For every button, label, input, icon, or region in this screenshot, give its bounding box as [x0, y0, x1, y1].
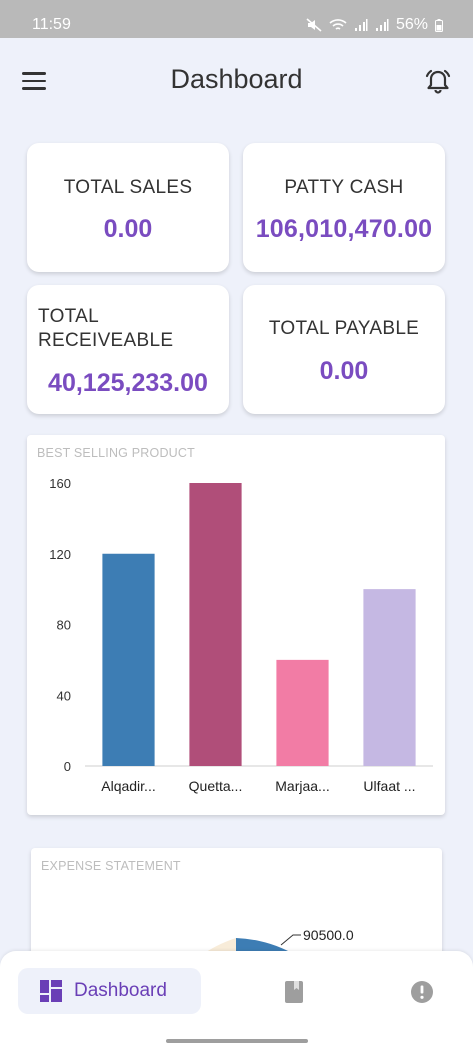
status-time: 11:59: [32, 16, 71, 33]
total-receivable-card[interactable]: TOTAL RECEIVEABLE 40,125,233.00: [27, 285, 229, 414]
x-tick-label: Marjaa...: [275, 778, 329, 794]
total-sales-value: 0.00: [103, 215, 153, 243]
patty-cash-card[interactable]: PATTY CASH 106,010,470.00: [243, 143, 445, 272]
y-tick-label: 0: [64, 759, 71, 774]
total-payable-card[interactable]: TOTAL PAYABLE 0.00: [243, 285, 445, 414]
battery-icon: [435, 18, 443, 32]
nav-dashboard-label: Dashboard: [74, 980, 167, 1001]
best-selling-chart-card: BEST SELLING PRODUCT 0 40 80 120 160 Alqadir.…: [27, 435, 445, 815]
total-receivable-value: 40,125,233.00: [48, 369, 208, 397]
signal-icon-2: [375, 18, 389, 31]
wifi-icon: [329, 19, 347, 30]
status-bar: 11:59 56%: [0, 0, 473, 38]
pie-slice-label: 90500.0: [303, 927, 354, 943]
y-tick-label: 40: [57, 688, 71, 703]
nav-dashboard[interactable]: Dashboard: [18, 968, 201, 1014]
mute-icon: [306, 18, 322, 32]
patty-cash-value: 106,010,470.00: [255, 215, 433, 243]
total-payable-label: TOTAL PAYABLE: [268, 318, 420, 339]
bottom-nav: Dashboard: [0, 951, 473, 1050]
x-tick-label: Quetta...: [189, 778, 243, 794]
y-tick-label: 80: [57, 618, 71, 633]
y-tick-label: 120: [49, 547, 71, 562]
app-bar: Dashboard: [0, 38, 473, 124]
bar-2[interactable]: [189, 483, 242, 766]
status-icons: 56%: [306, 16, 443, 34]
book-icon[interactable]: [283, 980, 305, 1004]
x-tick-label: Ulfaat ...: [363, 778, 415, 794]
bar-4[interactable]: [363, 589, 416, 766]
x-tick-label: Alqadir...: [101, 778, 155, 794]
total-sales-label: TOTAL SALES: [63, 177, 193, 198]
pie-leader-line: [280, 934, 301, 946]
bar-chart: 0 40 80 120 160 Alqadir... Quetta... Marjaa... U…: [49, 476, 433, 794]
patty-cash-label: PATTY CASH: [284, 177, 404, 198]
bar-3[interactable]: [276, 659, 329, 766]
y-tick-label: 160: [49, 476, 71, 491]
total-receivable-label: TOTAL RECEIVEABLE: [38, 306, 174, 351]
battery-percent: 56%: [395, 16, 428, 33]
notification-bell-icon[interactable]: [424, 68, 452, 96]
bar-1[interactable]: [102, 553, 155, 766]
alert-circle-icon[interactable]: [410, 980, 434, 1004]
signal-icon-1: [354, 18, 368, 31]
total-sales-card[interactable]: TOTAL SALES 0.00: [27, 143, 229, 272]
page-title: Dashboard: [170, 64, 303, 94]
home-indicator[interactable]: [166, 1039, 308, 1043]
dashboard-icon: [40, 980, 62, 1002]
total-payable-value: 0.00: [319, 357, 369, 385]
